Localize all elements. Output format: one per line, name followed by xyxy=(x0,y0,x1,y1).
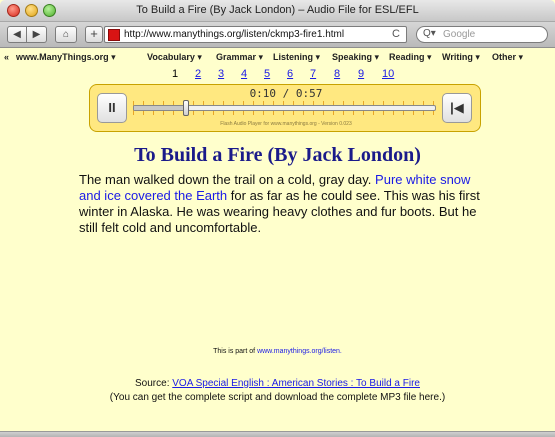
search-icon[interactable]: Q▾ xyxy=(423,28,436,39)
seek-bar[interactable] xyxy=(133,105,436,111)
page-navigation: 1 2 3 4 5 6 7 8 9 10 xyxy=(0,68,555,82)
nav-item-speaking[interactable]: Speaking ▾ xyxy=(332,52,379,63)
page-link[interactable]: 7 xyxy=(310,68,316,80)
nav-item-reading[interactable]: Reading ▾ xyxy=(389,52,432,63)
browser-window: To Build a Fire (By Jack London) – Audio… xyxy=(0,0,555,437)
page-link[interactable]: 10 xyxy=(382,68,394,80)
home-button[interactable]: ⌂ xyxy=(55,26,77,43)
seek-progress xyxy=(134,106,187,110)
nav-item-grammar[interactable]: Grammar ▾ xyxy=(216,52,263,63)
rewind-button[interactable]: |◀ xyxy=(442,93,472,123)
current-page: 1 xyxy=(172,68,179,80)
page-title: To Build a Fire (By Jack London) xyxy=(134,144,421,166)
nav-item-listening[interactable]: Listening ▾ xyxy=(273,52,320,63)
page-link[interactable]: 3 xyxy=(218,68,224,80)
player-caption: Flash Audio Player for www.manythings.or… xyxy=(220,121,352,127)
url-text: http://www.manythings.org/listen/ckmp3-f… xyxy=(124,29,345,40)
site-nav-menu: « www.ManyThings.org ▾ Vocabulary ▾ Gram… xyxy=(0,49,555,65)
page-link[interactable]: 2 xyxy=(195,68,201,80)
download-note: (You can get the complete script and dow… xyxy=(109,392,446,403)
add-bookmark-button[interactable]: + xyxy=(85,26,103,43)
nav-collapse[interactable]: « xyxy=(4,52,9,62)
nav-item-vocabulary[interactable]: Vocabulary ▾ xyxy=(147,52,202,63)
part-of-label: This is part of xyxy=(213,348,256,355)
seek-handle[interactable] xyxy=(183,100,190,116)
reload-icon[interactable]: C xyxy=(392,28,400,40)
listen-link[interactable]: www.manythings.org/listen. xyxy=(257,348,342,355)
forward-button[interactable]: ▶ xyxy=(27,26,47,43)
page-link[interactable]: 8 xyxy=(334,68,340,80)
address-bar[interactable]: http://www.manythings.org/listen/ckmp3-f… xyxy=(104,26,407,43)
window-bottom-bar xyxy=(0,431,555,437)
page-link[interactable]: 5 xyxy=(264,68,270,80)
time-display: 0:10 / 0:57 xyxy=(249,87,323,100)
search-field[interactable]: Q▾ Google xyxy=(416,26,548,43)
source-line: Source: VOA Special English : American S… xyxy=(0,378,555,389)
nav-item-other[interactable]: Other ▾ xyxy=(492,52,523,63)
back-button[interactable]: ◀ xyxy=(7,26,27,43)
part-of-note: This is part of www.manythings.org/liste… xyxy=(0,348,555,355)
page-link[interactable]: 4 xyxy=(241,68,247,80)
source-link[interactable]: VOA Special English : American Stories :… xyxy=(172,378,420,389)
nav-item-writing[interactable]: Writing ▾ xyxy=(442,52,480,63)
story-sentence: The man walked down the trail on a cold,… xyxy=(79,172,372,187)
search-placeholder: Google xyxy=(443,29,476,40)
favicon-icon xyxy=(108,29,120,41)
nav-item-manythings[interactable]: www.ManyThings.org ▾ xyxy=(16,52,116,63)
audio-player: II 0:10 / 0:57 |◀ Flash Audio Player for… xyxy=(89,84,481,132)
title-bar: To Build a Fire (By Jack London) – Audio… xyxy=(0,0,555,22)
story-text: The man walked down the trail on a cold,… xyxy=(79,172,481,236)
source-label: Source: xyxy=(135,378,170,389)
browser-toolbar: ◀ ▶ ⌂ + http://www.manythings.org/listen… xyxy=(0,22,555,48)
page-link[interactable]: 6 xyxy=(287,68,293,80)
window-title: To Build a Fire (By Jack London) – Audio… xyxy=(136,4,419,16)
page-link[interactable]: 9 xyxy=(358,68,364,80)
